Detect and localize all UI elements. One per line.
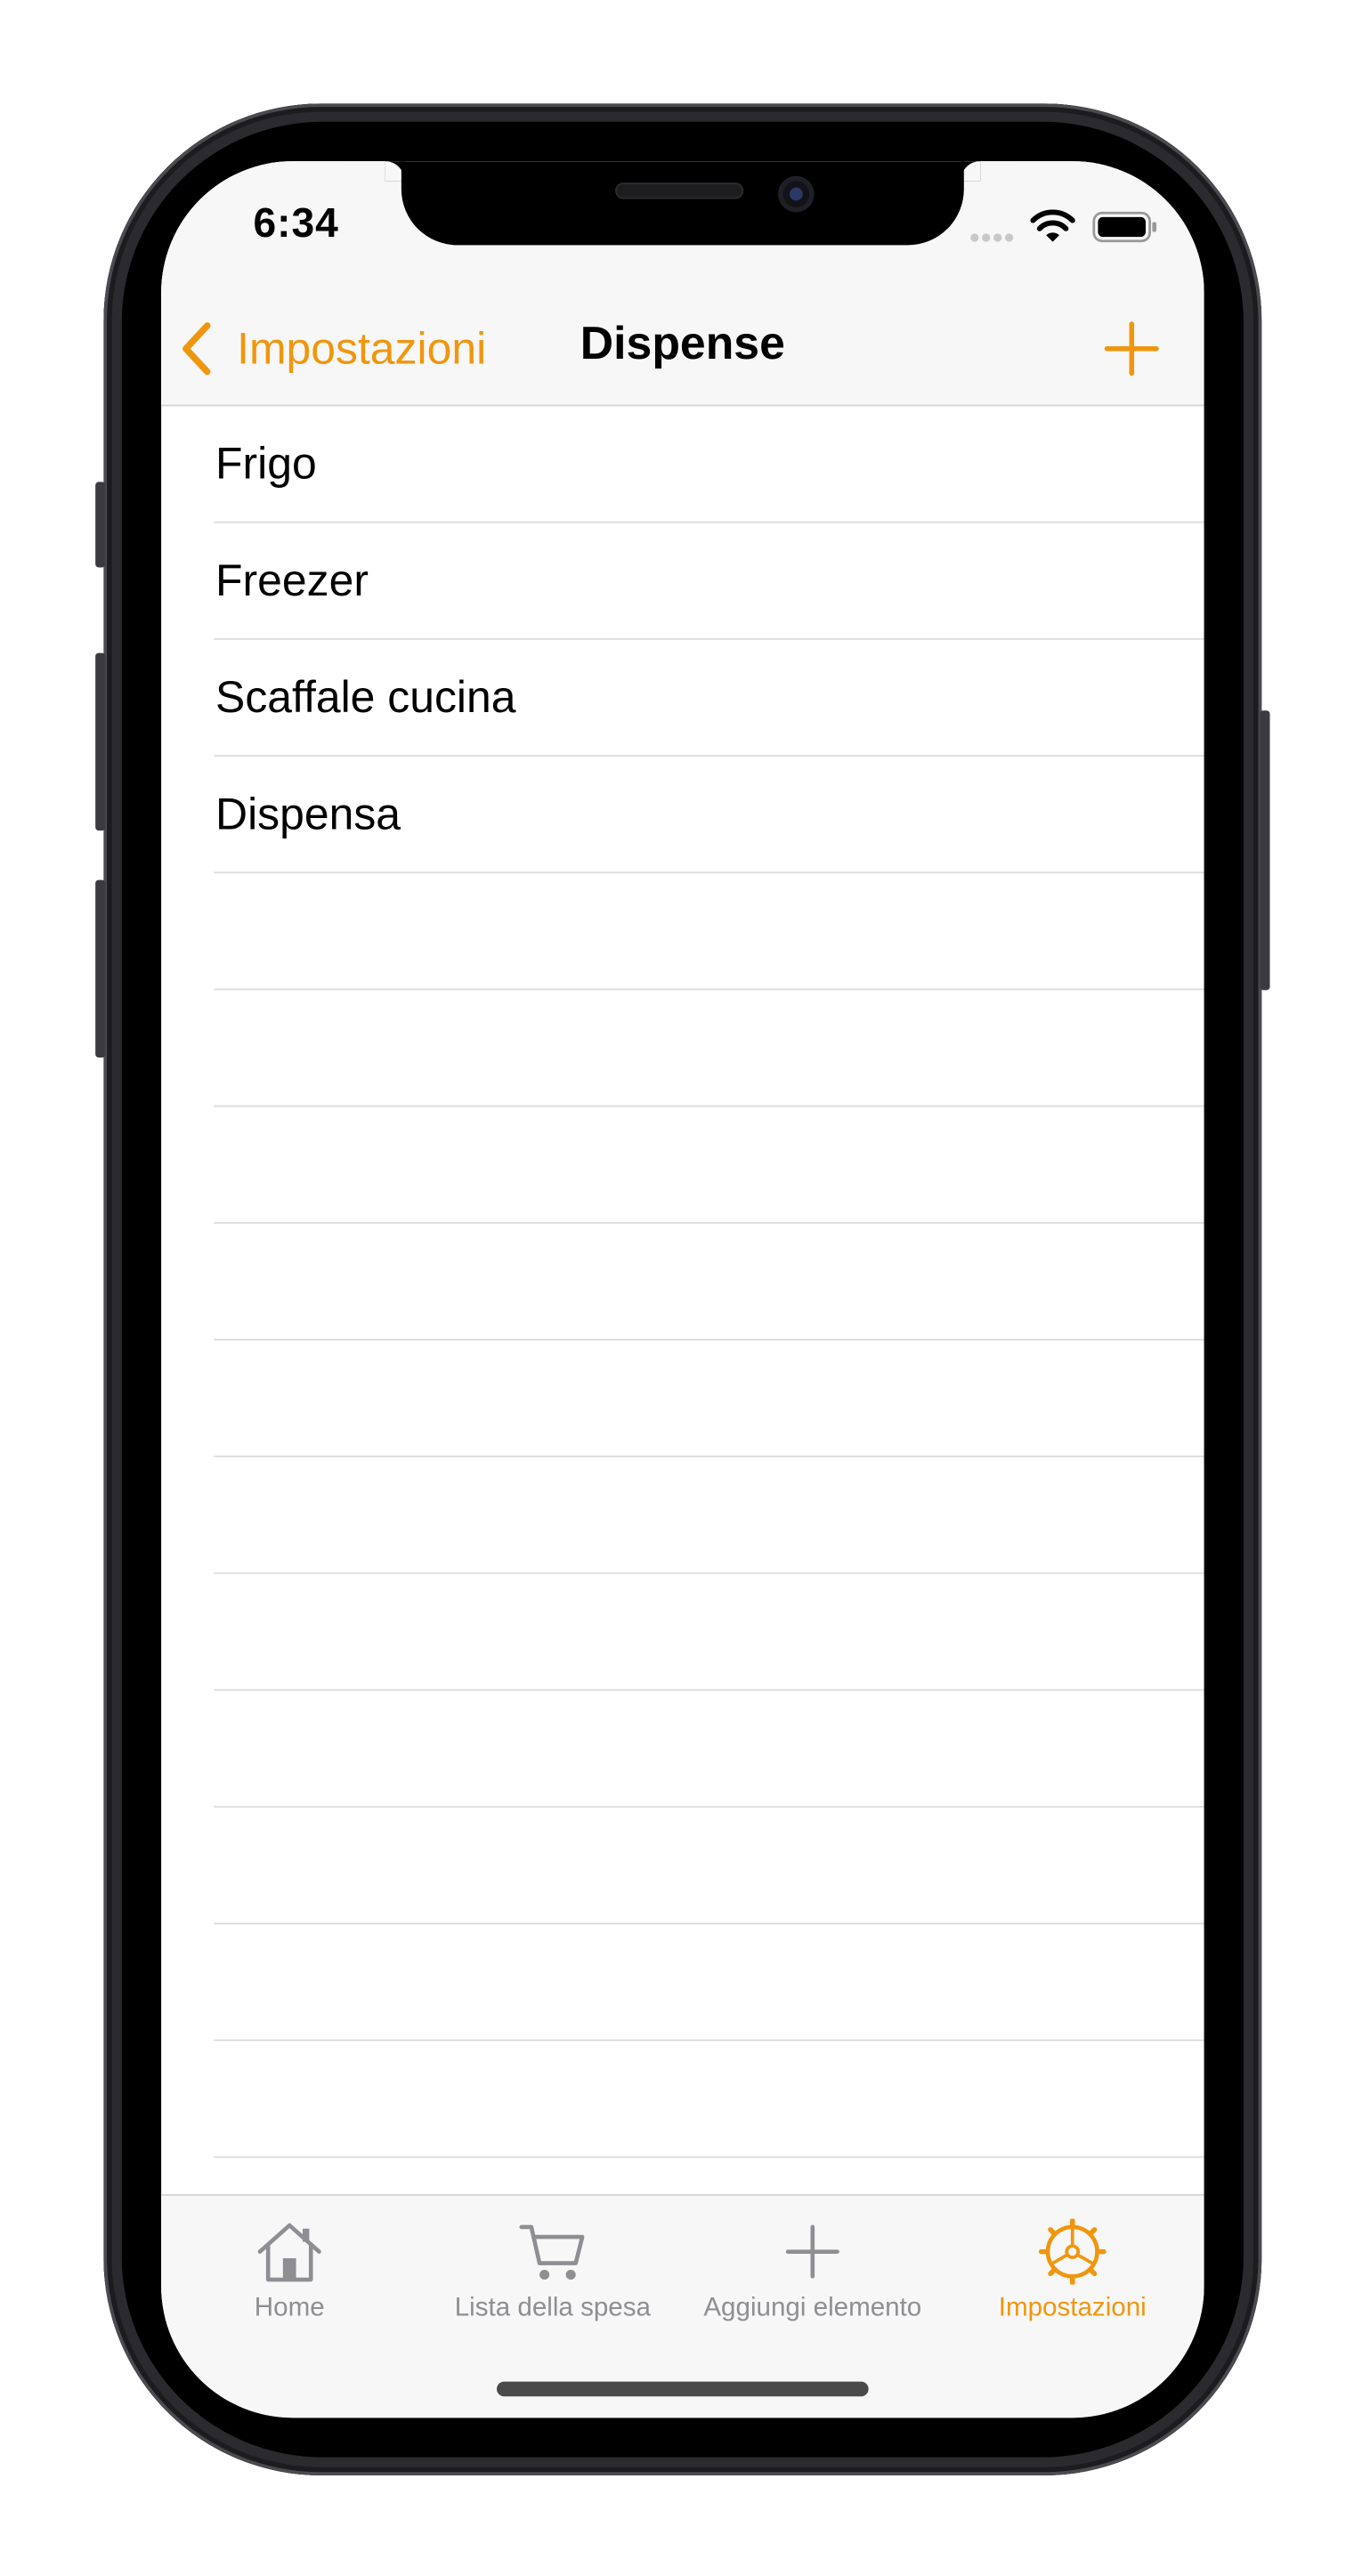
empty-list-row [214,1457,1204,1575]
tab-home[interactable]: Home [223,2219,355,2324]
empty-list-row [214,1574,1204,1691]
battery-icon [1092,211,1157,243]
empty-list-row [214,1341,1204,1458]
list-item[interactable]: Freezer [214,523,1204,640]
empty-list-row [214,1691,1204,1808]
navigation-bar: Impostazioni Dispense [161,266,1204,407]
tab-add-item[interactable]: Aggiungi elemento [681,2219,944,2324]
add-button[interactable] [1102,319,1162,378]
list-item[interactable]: Scaffale cucina [214,640,1204,757]
wifi-icon [1030,209,1075,242]
cellular-signal-icon [970,233,1017,243]
empty-list-row [214,990,1204,1107]
tab-shopping-list[interactable]: Lista della spesa [421,2219,685,2324]
screen: 6:34 Impostazioni Dispense Frigo Freezer… [161,161,1204,2418]
tab-add-item-label: Aggiungi elemento [703,2294,922,2323]
list-item-label: Scaffale cucina [215,672,516,723]
volume-down-button [95,879,106,1058]
empty-list-row [214,1808,1204,1924]
empty-list-row [214,1924,1204,2042]
status-time: 6:34 [253,200,339,247]
tab-settings[interactable]: Impostazioni [974,2218,1171,2324]
plus-icon [785,2224,839,2279]
cart-icon [519,2224,585,2280]
plus-icon [1104,321,1159,377]
list-item[interactable]: Dispensa [214,757,1204,874]
notch [401,161,964,246]
front-camera [778,175,815,213]
page-title: Dispense [580,317,785,369]
tab-home-label: Home [254,2294,325,2323]
speaker-grille [615,182,744,199]
tab-settings-label: Impostazioni [998,2294,1147,2323]
tab-shopping-list-label: Lista della spesa [454,2294,651,2323]
list-item-label: Frigo [215,439,317,489]
empty-list-row [214,873,1204,991]
empty-list-row [214,2041,1204,2159]
home-indicator[interactable] [497,2381,869,2397]
empty-list-row [214,1224,1204,1341]
list-item-label: Freezer [215,555,369,605]
list-item-label: Dispensa [215,789,401,839]
pantry-list: Frigo Freezer Scaffale cucina Dispensa [214,406,1204,2159]
power-button [1260,710,1270,991]
house-icon [257,2223,321,2282]
volume-up-button [95,652,106,831]
empty-list-row [214,1107,1204,1224]
gear-icon [1038,2218,1107,2285]
list-item[interactable]: Frigo [214,406,1204,523]
mute-switch [95,482,106,568]
